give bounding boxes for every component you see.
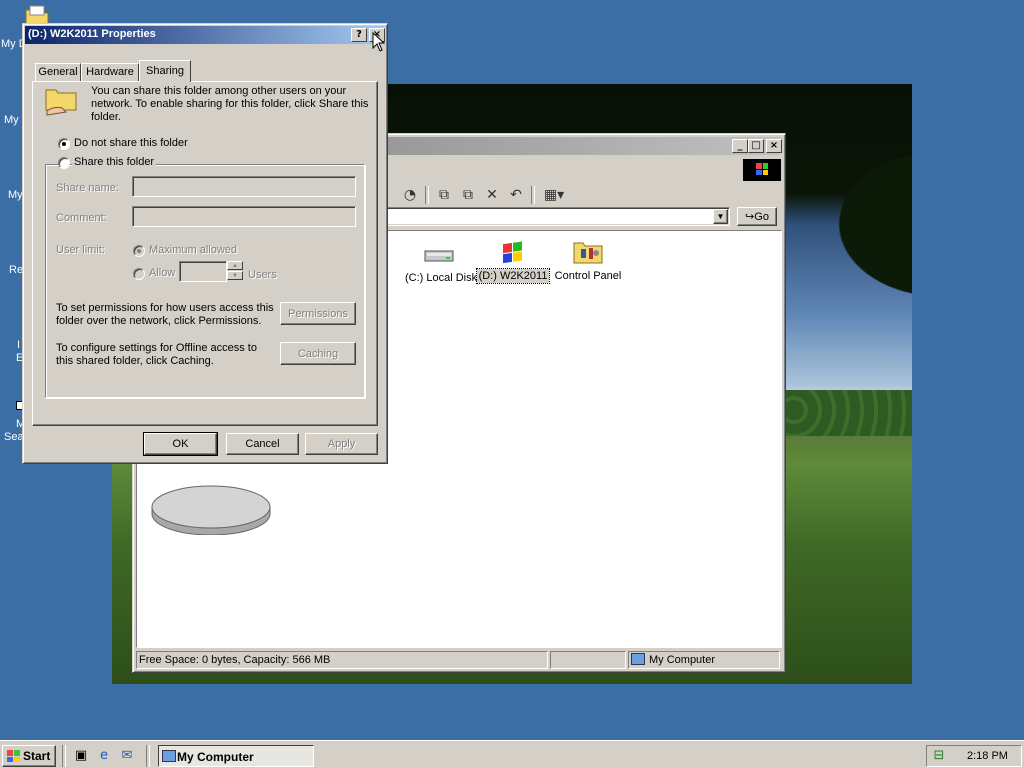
taskbar-button-my-computer[interactable]: My Computer [158, 745, 314, 767]
sharing-tab-panel: You can share this folder among other us… [32, 81, 378, 426]
user-limit-label: User limit: [56, 244, 105, 256]
computer-icon [162, 750, 176, 762]
drive-item-c[interactable]: (C:) Local Disk [403, 241, 477, 285]
sharing-intro-text: You can share this folder among other us… [91, 85, 369, 123]
tab-sharing[interactable]: Sharing [139, 60, 191, 82]
maximum-allowed-radio[interactable] [133, 245, 145, 257]
network-tray-icon[interactable]: ⊟ [931, 748, 947, 764]
drive-label: Control Panel [554, 270, 622, 282]
status-zone-label: My Computer [649, 654, 716, 666]
explorer-status-bar: Free Space: 0 bytes, Capacity: 566 MB My… [136, 651, 782, 669]
desktop-label-my-network[interactable]: My [8, 189, 22, 201]
do-not-share-radio[interactable] [58, 138, 70, 150]
taskbar-button-label: My Computer [177, 750, 254, 764]
share-this-folder-label[interactable]: Share this folder [72, 156, 157, 168]
apply-button[interactable]: Apply [305, 433, 378, 455]
drive-item-d[interactable]: (D:) W2K2011 [475, 237, 551, 284]
wallpaper-tree-line [784, 390, 912, 436]
allow-users-radio[interactable] [133, 268, 145, 280]
allow-users-spinner[interactable]: ▲ ▼ [227, 261, 243, 282]
address-dropdown-button[interactable]: ▼ [713, 209, 728, 224]
go-button[interactable]: ↪Go [737, 207, 777, 226]
system-tray: ⊟ 2:18 PM [926, 745, 1022, 767]
spin-up-icon[interactable]: ▲ [227, 261, 243, 270]
windows-logo-throbber [743, 159, 781, 181]
users-label: Users [248, 269, 277, 281]
start-label: Start [23, 749, 51, 763]
share-name-input[interactable] [132, 176, 356, 197]
taskbar: Start ▣ e ✉ My Computer ⊟ 2:18 PM [0, 740, 1024, 768]
go-arrow-icon: ↪ [745, 211, 755, 223]
views-icon[interactable]: ▦▾ [541, 186, 567, 204]
desktop-label-recycle-bin[interactable]: Re [9, 264, 23, 276]
tab-general[interactable]: General [35, 63, 81, 81]
outlook-express-icon[interactable]: ✉ [119, 748, 135, 764]
internet-explorer-icon[interactable]: e [96, 748, 112, 764]
go-label: Go [754, 211, 769, 223]
maximum-allowed-label[interactable]: Maximum allowed [149, 244, 237, 256]
windows-flag-icon [7, 750, 20, 762]
taskbar-separator [146, 745, 150, 767]
cancel-button[interactable]: Cancel [226, 433, 299, 455]
explorer-toolbar: ◔ ⧉ ⧉ ✕ ↶ ▦▾ [401, 184, 567, 206]
status-empty-panel [550, 651, 626, 669]
dialog-title: (D:) W2K2011 Properties [28, 28, 156, 40]
delete-icon[interactable]: ✕ [483, 186, 501, 204]
control-panel-item[interactable]: Control Panel [551, 237, 625, 283]
tab-hardware[interactable]: Hardware [81, 63, 139, 81]
disk-usage-pie-icon [151, 485, 271, 535]
windows-flag-icon [756, 163, 768, 175]
spin-down-icon[interactable]: ▼ [227, 271, 243, 280]
help-button[interactable]: ? [351, 28, 367, 42]
close-button[interactable]: × [766, 139, 782, 153]
dialog-titlebar[interactable]: (D:) W2K2011 Properties ? × [25, 26, 385, 44]
undo-icon[interactable]: ↶ [507, 186, 525, 204]
minimize-button[interactable]: _ [732, 139, 748, 153]
control-panel-icon [573, 242, 603, 264]
desktop-label-my-documents[interactable]: My D [1, 38, 23, 50]
status-free-space: Free Space: 0 bytes, Capacity: 566 MB [136, 651, 548, 669]
ok-button[interactable]: OK [143, 432, 218, 456]
allow-users-count-input[interactable] [179, 261, 227, 282]
start-button[interactable]: Start [2, 745, 56, 767]
desktop-label-search-2[interactable]: Sea [4, 431, 24, 443]
comment-label: Comment: [56, 212, 107, 224]
taskbar-separator [62, 745, 66, 767]
shared-folder-icon [45, 89, 77, 116]
computer-icon [631, 653, 645, 665]
mouse-cursor-icon [372, 32, 386, 52]
maximize-button[interactable]: □ [748, 139, 764, 153]
status-zone: My Computer [628, 651, 780, 669]
copy-to-icon[interactable]: ⧉ [459, 186, 477, 204]
share-name-label: Share name: [56, 182, 119, 194]
toolbar-separator [425, 186, 429, 204]
clock[interactable]: 2:18 PM [967, 750, 1008, 762]
caching-description: To configure settings for Offline access… [56, 342, 257, 367]
hard-drive-icon [424, 250, 454, 262]
cd-drive-icon [503, 241, 522, 264]
caching-button[interactable]: Caching [280, 342, 356, 365]
permissions-button[interactable]: Permissions [280, 302, 356, 325]
history-icon[interactable]: ◔ [401, 186, 419, 204]
comment-input[interactable] [132, 206, 356, 227]
drive-label: (C:) Local Disk [405, 272, 478, 284]
share-this-folder-radio[interactable] [58, 157, 70, 169]
desktop-label-my-computer[interactable]: My [4, 114, 22, 126]
move-to-icon[interactable]: ⧉ [435, 186, 453, 204]
properties-dialog[interactable]: (D:) W2K2011 Properties ? × General Hard… [22, 23, 388, 464]
show-desktop-icon[interactable]: ▣ [73, 748, 89, 764]
toolbar-separator [531, 186, 535, 204]
permissions-description: To set permissions for how users access … [56, 302, 274, 327]
drive-label: (D:) W2K2011 [475, 268, 551, 284]
do-not-share-label[interactable]: Do not share this folder [74, 137, 188, 149]
allow-label[interactable]: Allow [149, 267, 175, 279]
